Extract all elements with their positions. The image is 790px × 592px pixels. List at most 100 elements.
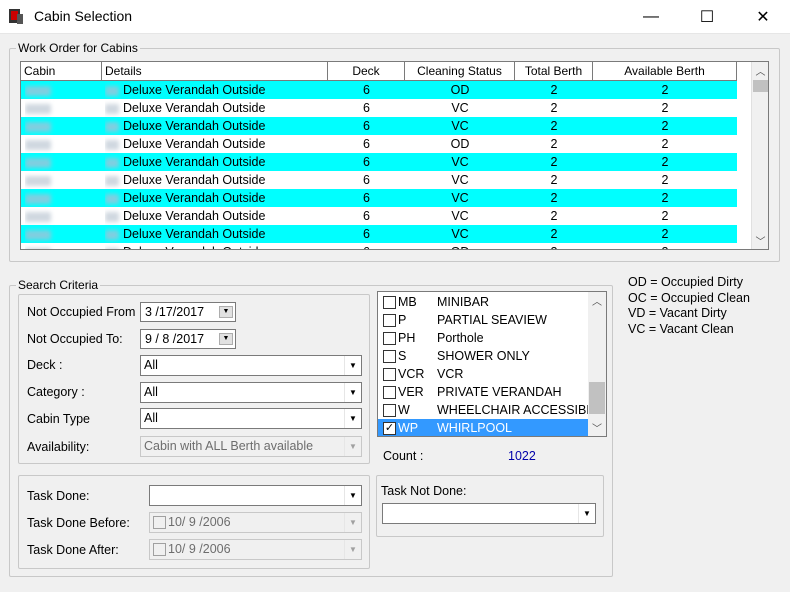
col-header-details[interactable]: Details bbox=[102, 62, 328, 81]
amenity-checkbox[interactable] bbox=[383, 296, 396, 309]
amenity-desc: WHEELCHAIR ACCESSIBL bbox=[437, 403, 594, 417]
cell-status: VC bbox=[451, 209, 469, 223]
cell-available: 2 bbox=[661, 209, 669, 223]
amenity-scrollbar[interactable]: ︿ ﹀ bbox=[588, 292, 606, 436]
table-row[interactable]: Deluxe Verandah Outside 6 VC 2 2 bbox=[21, 99, 737, 117]
table-row[interactable]: Deluxe Verandah Outside 6 VC 2 2 bbox=[21, 171, 737, 189]
maximize-button[interactable]: ☐ bbox=[684, 0, 730, 34]
table-row[interactable]: Deluxe Verandah Outside 6 VC 2 2 bbox=[21, 189, 737, 207]
cabin-type-select[interactable]: All ▼ bbox=[140, 408, 362, 429]
table-row[interactable]: Deluxe Verandah Outside6OD22 bbox=[21, 243, 737, 249]
amenity-item[interactable]: P PARTIAL SEAVIEW bbox=[378, 311, 588, 329]
deck-select[interactable]: All ▼ bbox=[140, 355, 362, 376]
scroll-down-icon[interactable]: ﹀ bbox=[752, 232, 768, 249]
amenity-code: VER bbox=[398, 385, 424, 399]
chevron-down-icon[interactable]: ▼ bbox=[344, 540, 361, 559]
amenity-item[interactable]: W WHEELCHAIR ACCESSIBL bbox=[378, 401, 593, 419]
amenity-item[interactable]: S SHOWER ONLY bbox=[378, 347, 588, 365]
amenity-checkbox[interactable]: ✓ bbox=[383, 422, 396, 435]
scroll-thumb[interactable] bbox=[753, 80, 768, 92]
amenity-checkbox[interactable] bbox=[383, 404, 396, 417]
amenity-scroll-thumb[interactable] bbox=[589, 382, 605, 414]
amenity-checkbox[interactable] bbox=[383, 332, 396, 345]
amenity-item[interactable]: VER PRIVATE VERANDAH bbox=[378, 383, 588, 401]
cell-details: Deluxe Verandah Outside bbox=[105, 171, 327, 189]
chevron-down-icon[interactable]: ▼ bbox=[344, 486, 361, 505]
task-done-before-label: Task Done Before: bbox=[27, 516, 130, 530]
cell-available: 2 bbox=[661, 101, 669, 115]
scroll-up-icon[interactable]: ︿ bbox=[752, 62, 768, 79]
cell-status: OD bbox=[450, 83, 470, 97]
col-header-total-berth[interactable]: Total Berth bbox=[515, 62, 593, 81]
dropdown-arrow-icon[interactable]: ▼ bbox=[219, 306, 233, 318]
chevron-down-icon[interactable]: ▼ bbox=[344, 437, 361, 456]
not-occupied-from-date[interactable]: 3 /17/2017 ▼ bbox=[140, 302, 236, 322]
task-done-before-checkbox[interactable] bbox=[153, 516, 166, 530]
cell-details: Deluxe Verandah Outside bbox=[105, 153, 327, 171]
cell-cabin bbox=[25, 117, 101, 135]
not-occupied-to-date[interactable]: 9 / 8 /2017 ▼ bbox=[140, 329, 236, 349]
amenity-item[interactable]: ✓ WP WHIRLPOOL bbox=[378, 419, 588, 436]
table-row[interactable]: Deluxe Verandah Outside6OD22 bbox=[21, 135, 737, 153]
cell-details: Deluxe Verandah Outside bbox=[105, 243, 327, 249]
amenity-item[interactable]: PH Porthole bbox=[378, 329, 588, 347]
amenity-checkbox[interactable] bbox=[383, 386, 396, 399]
task-not-done-select[interactable]: ▼ bbox=[382, 503, 596, 524]
cell-status: VC bbox=[451, 191, 469, 205]
cell-total: 2 bbox=[550, 137, 558, 151]
amenity-code: P bbox=[398, 313, 407, 327]
table-row[interactable]: Deluxe Verandah Outside 6 VC 2 2 bbox=[21, 117, 737, 135]
chevron-down-icon[interactable]: ▼ bbox=[344, 383, 361, 402]
not-occupied-from-value: 3 /17/2017 bbox=[145, 305, 205, 319]
cell-status: VC bbox=[451, 155, 469, 169]
amenity-checklist[interactable]: MB MINIBAR P PARTIAL SEAVIEW PH Porthole S SHOW… bbox=[377, 291, 607, 437]
chevron-down-icon[interactable]: ▼ bbox=[344, 513, 361, 532]
table-header: Cabin Details Deck Cleaning Status Total… bbox=[21, 62, 737, 81]
redacted-code bbox=[105, 175, 119, 186]
scroll-up-icon[interactable]: ︿ bbox=[588, 292, 606, 309]
cabin-type-label: Cabin Type bbox=[27, 412, 91, 426]
category-value: All bbox=[144, 385, 158, 399]
category-select[interactable]: All ▼ bbox=[140, 382, 362, 403]
deck-value: All bbox=[144, 358, 158, 372]
task-done-after-date[interactable]: 10/ 9 /2006 ▼ bbox=[149, 539, 362, 560]
amenity-item[interactable]: VCR VCR bbox=[378, 365, 588, 383]
table-scrollbar[interactable]: ︿ ﹀ bbox=[751, 62, 768, 249]
table-row[interactable]: Deluxe Verandah Outside6OD22 bbox=[21, 81, 737, 99]
table-row[interactable]: Deluxe Verandah Outside 6 VC 2 2 bbox=[21, 225, 737, 243]
cell-available: 2 bbox=[661, 137, 669, 151]
redacted-cabin-number bbox=[25, 229, 51, 240]
dropdown-arrow-icon[interactable]: ▼ bbox=[219, 333, 233, 345]
cell-total: 2 bbox=[550, 173, 558, 187]
table-row[interactable]: Deluxe Verandah Outside 6 VC 2 2 bbox=[21, 207, 737, 225]
amenity-desc: PRIVATE VERANDAH bbox=[437, 385, 562, 399]
col-header-available-berth[interactable]: Available Berth bbox=[593, 62, 737, 81]
redacted-code bbox=[105, 103, 119, 114]
minimize-button[interactable]: — bbox=[628, 0, 674, 34]
close-button[interactable]: ✕ bbox=[740, 0, 786, 34]
category-label: Category : bbox=[27, 385, 85, 399]
amenity-checkbox[interactable] bbox=[383, 314, 396, 327]
col-header-deck[interactable]: Deck bbox=[328, 62, 405, 81]
amenity-code: S bbox=[398, 349, 407, 363]
availability-select[interactable]: Cabin with ALL Berth available ▼ bbox=[140, 436, 362, 457]
task-done-after-checkbox[interactable] bbox=[153, 543, 166, 557]
amenity-item[interactable]: MB MINIBAR bbox=[378, 293, 588, 311]
window-title: Cabin Selection bbox=[34, 8, 133, 24]
chevron-down-icon[interactable]: ▼ bbox=[578, 504, 595, 523]
cabin-table[interactable]: Cabin Details Deck Cleaning Status Total… bbox=[20, 61, 769, 250]
table-row[interactable]: Deluxe Verandah Outside 6 VC 2 2 bbox=[21, 153, 737, 171]
scroll-down-icon[interactable]: ﹀ bbox=[588, 419, 606, 436]
chevron-down-icon[interactable]: ▼ bbox=[344, 356, 361, 375]
amenity-code: PH bbox=[398, 331, 416, 345]
redacted-cabin-number bbox=[25, 103, 51, 114]
chevron-down-icon[interactable]: ▼ bbox=[344, 409, 361, 428]
col-header-cleaning-status[interactable]: Cleaning Status bbox=[405, 62, 515, 81]
amenity-checkbox[interactable] bbox=[383, 368, 396, 381]
cell-details: Deluxe Verandah Outside bbox=[105, 81, 327, 99]
task-done-select[interactable]: ▼ bbox=[149, 485, 362, 506]
cell-status: VC bbox=[451, 119, 469, 133]
task-done-before-date[interactable]: 10/ 9 /2006 ▼ bbox=[149, 512, 362, 533]
amenity-checkbox[interactable] bbox=[383, 350, 396, 363]
col-header-cabin[interactable]: Cabin bbox=[21, 62, 102, 81]
